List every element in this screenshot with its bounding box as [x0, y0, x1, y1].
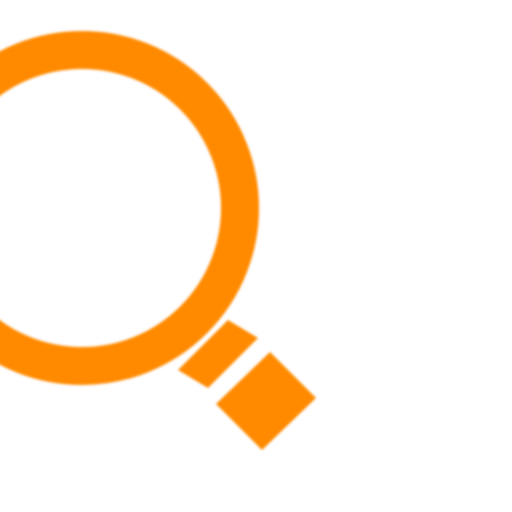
handle-grip [216, 352, 316, 450]
search-icon [0, 0, 512, 512]
lens-ring [0, 31, 259, 385]
lens-highlight [0, 88, 112, 140]
search-icon-graphic [0, 31, 316, 450]
icon-canvas [0, 0, 512, 512]
